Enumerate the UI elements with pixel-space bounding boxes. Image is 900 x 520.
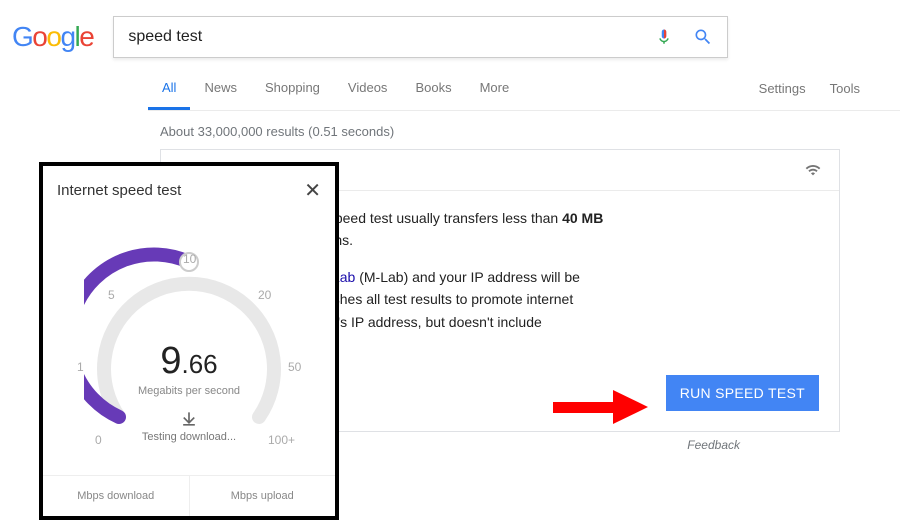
close-icon[interactable]: ✕ (304, 178, 321, 203)
tabs-row: All News Shopping Videos Books More Sett… (148, 66, 900, 111)
google-logo[interactable]: Google (12, 21, 93, 53)
mic-icon[interactable] (655, 26, 673, 48)
tab-news[interactable]: News (190, 66, 251, 110)
search-box[interactable] (113, 16, 728, 58)
results-stats: About 33,000,000 results (0.51 seconds) (160, 111, 900, 149)
red-arrow-icon (553, 390, 648, 424)
tab-more[interactable]: More (466, 66, 524, 110)
upload-col: Mbps upload (190, 476, 336, 516)
tab-shopping[interactable]: Shopping (251, 66, 334, 110)
download-icon (179, 409, 199, 429)
testing-status: Testing download... (129, 409, 249, 443)
tab-videos[interactable]: Videos (334, 66, 402, 110)
wifi-icon (803, 162, 823, 178)
tools-link[interactable]: Tools (830, 81, 860, 96)
tab-books[interactable]: Books (401, 66, 465, 110)
speed-value: 9.66 (129, 340, 249, 383)
settings-link[interactable]: Settings (759, 81, 806, 96)
search-input[interactable] (128, 28, 655, 46)
tab-all[interactable]: All (148, 66, 190, 110)
download-col: Mbps download (43, 476, 190, 516)
popup-title: Internet speed test (57, 182, 181, 199)
run-speed-test-button[interactable]: RUN SPEED TEST (666, 375, 819, 411)
search-icon[interactable] (693, 27, 713, 47)
speed-unit: Megabits per second (129, 385, 249, 397)
speed-test-popup: Internet speed test ✕ 0 1 5 10 20 50 100… (39, 162, 339, 520)
